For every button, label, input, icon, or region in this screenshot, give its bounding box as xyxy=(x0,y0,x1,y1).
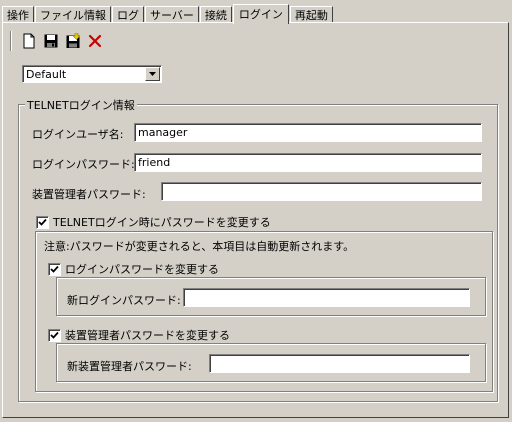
note-text: 注意:パスワードが変更されると、本項目は自動更新されます。 xyxy=(44,240,355,253)
change-on-login-checkbox[interactable]: TELNETログイン時にパスワードを変更する xyxy=(36,214,271,230)
change-admin-pw-checkbox[interactable]: 装置管理者パスワードを変更する xyxy=(48,327,230,343)
toolbar xyxy=(10,30,106,52)
new-button[interactable] xyxy=(18,30,40,52)
checkmark-icon xyxy=(38,218,47,226)
save-button[interactable] xyxy=(40,30,62,52)
tab-connection[interactable]: 接続 xyxy=(199,6,232,23)
delete-button[interactable] xyxy=(84,30,106,52)
tab-file-info[interactable]: ファイル情報 xyxy=(35,6,111,23)
save-as-button[interactable] xyxy=(62,30,84,52)
change-login-pw-checkbox[interactable]: ログインパスワードを変更する xyxy=(48,261,219,277)
change-admin-pw-label: 装置管理者パスワードを変更する xyxy=(65,329,230,342)
new-login-pw-label: 新ログインパスワード: xyxy=(67,294,181,307)
new-file-icon xyxy=(23,33,35,49)
dropdown-button[interactable] xyxy=(145,67,160,81)
admin-password-input[interactable] xyxy=(161,182,482,201)
checkbox-box[interactable] xyxy=(48,328,61,342)
login-password-label: ログインパスワード: xyxy=(32,158,135,171)
new-admin-pw-label: 新装置管理者パスワード: xyxy=(67,360,192,373)
save-as-icon xyxy=(66,33,81,48)
change-on-login-label: TELNETログイン時にパスワードを変更する xyxy=(53,216,271,229)
toolbar-grip xyxy=(10,31,12,51)
new-admin-pw-input[interactable] xyxy=(209,354,470,373)
checkbox-box[interactable] xyxy=(48,262,61,276)
login-user-label: ログインユーザ名: xyxy=(32,128,124,141)
save-icon xyxy=(44,34,58,48)
chevron-down-icon xyxy=(149,72,156,76)
checkmark-icon xyxy=(50,331,59,339)
delete-icon xyxy=(88,34,102,48)
profile-select[interactable]: Default xyxy=(22,65,162,83)
checkbox-box[interactable] xyxy=(36,215,49,229)
tab-bar: 操作 ファイル情報 ログ サーバー 接続 ログイン 再起動 xyxy=(2,4,334,24)
tab-restart[interactable]: 再起動 xyxy=(289,6,333,23)
checkmark-icon xyxy=(50,265,59,273)
login-password-input[interactable]: friend xyxy=(134,153,482,172)
tab-login[interactable]: ログイン xyxy=(232,4,289,24)
change-login-pw-label: ログインパスワードを変更する xyxy=(65,263,219,276)
telnet-group-title: TELNETログイン情報 xyxy=(25,97,137,113)
tab-server[interactable]: サーバー xyxy=(145,6,199,23)
login-user-input[interactable]: manager xyxy=(134,123,482,142)
new-login-pw-input[interactable] xyxy=(183,288,470,307)
tab-log[interactable]: ログ xyxy=(112,6,144,23)
profile-select-value: Default xyxy=(26,68,67,81)
tab-operation[interactable]: 操作 xyxy=(2,6,34,23)
admin-password-label: 装置管理者パスワード: xyxy=(32,188,146,201)
